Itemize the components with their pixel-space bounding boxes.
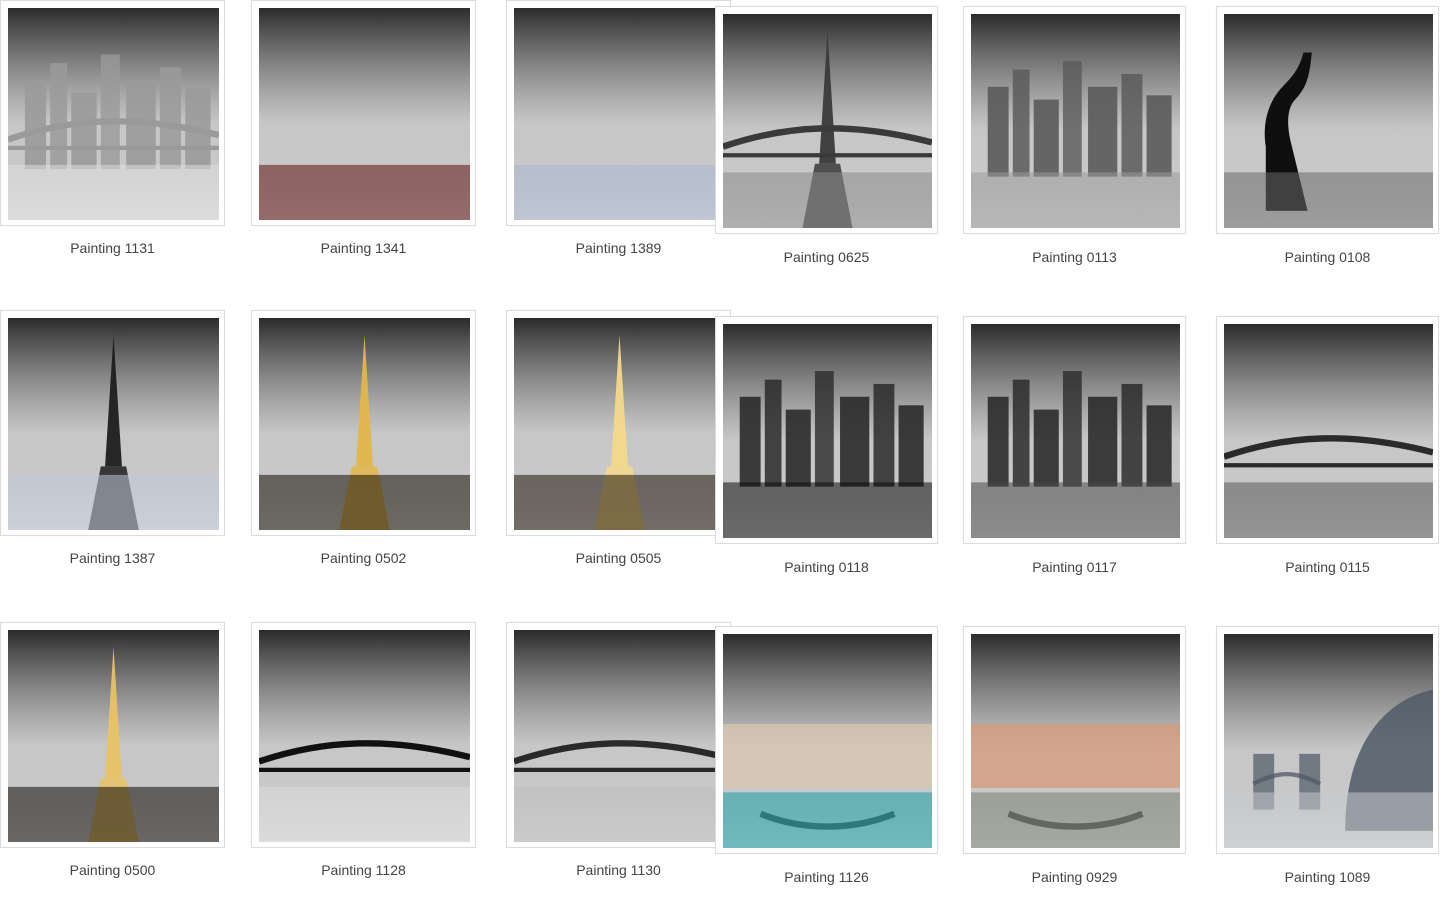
painting-thumbnail[interactable] [963,316,1186,544]
painting-caption[interactable]: Painting 0108 [1216,249,1439,265]
painting-thumbnail[interactable] [251,310,476,536]
painting-image[interactable] [1224,634,1433,848]
gallery-tile: Painting 0115 [1216,316,1440,601]
gallery-tile: Painting 1126 [715,626,950,911]
painting-thumbnail[interactable] [963,626,1186,854]
painting-caption[interactable]: Painting 0113 [963,249,1186,265]
gallery-tile: Painting 1131 [0,0,235,285]
gallery-left-grid: Painting 1131 Painting 1341 Painting 138… [0,0,731,900]
gallery-tile: Painting 1341 [251,0,486,285]
painting-caption[interactable]: Painting 1131 [0,240,225,256]
gallery-tile: Painting 0505 [506,310,741,595]
painting-image[interactable] [8,8,219,220]
gallery-tile: Painting 0118 [715,316,950,601]
painting-caption[interactable]: Painting 0118 [715,559,938,575]
painting-caption[interactable]: Painting 0115 [1216,559,1439,575]
painting-thumbnail[interactable] [506,622,731,848]
painting-caption[interactable]: Painting 0625 [715,249,938,265]
gallery-tile: Painting 0625 [715,6,950,291]
painting-image[interactable] [971,14,1180,228]
gallery-right-grid: Painting 0625 Painting 0113 Painting 010… [715,0,1440,900]
painting-thumbnail[interactable] [715,6,938,234]
painting-thumbnail[interactable] [1216,316,1439,544]
painting-caption[interactable]: Painting 1128 [251,862,476,878]
gallery-tile: Painting 1130 [506,622,741,907]
painting-thumbnail[interactable] [251,0,476,226]
gallery-tile: Painting 1387 [0,310,235,595]
painting-thumbnail[interactable] [1216,626,1439,854]
gallery-tile: Painting 0117 [963,316,1198,601]
painting-image[interactable] [514,318,725,530]
painting-thumbnail[interactable] [251,622,476,848]
gallery-tile: Painting 0108 [1216,6,1440,291]
gallery-tile: Painting 0929 [963,626,1198,911]
painting-caption[interactable]: Painting 0929 [963,869,1186,885]
painting-image[interactable] [514,8,725,220]
painting-image[interactable] [259,318,470,530]
painting-caption[interactable]: Painting 1089 [1216,869,1439,885]
gallery-tile: Painting 1128 [251,622,486,907]
painting-image[interactable] [723,324,932,538]
painting-image[interactable] [259,8,470,220]
painting-thumbnail[interactable] [0,310,225,536]
gallery-tile: Painting 0502 [251,310,486,595]
gallery-tile: Painting 1089 [1216,626,1440,911]
painting-thumbnail[interactable] [963,6,1186,234]
painting-caption[interactable]: Painting 0502 [251,550,476,566]
painting-image[interactable] [971,634,1180,848]
gallery-tile: Painting 1389 [506,0,741,285]
painting-caption[interactable]: Painting 1341 [251,240,476,256]
painting-thumbnail[interactable] [0,0,225,226]
painting-caption[interactable]: Painting 0117 [963,559,1186,575]
painting-image[interactable] [1224,14,1433,228]
painting-image[interactable] [1224,324,1433,538]
painting-thumbnail[interactable] [715,626,938,854]
gallery-tile: Painting 0113 [963,6,1198,291]
painting-caption[interactable]: Painting 0500 [0,862,225,878]
painting-image[interactable] [723,14,932,228]
painting-thumbnail[interactable] [506,310,731,536]
painting-caption[interactable]: Painting 1389 [506,240,731,256]
painting-caption[interactable]: Painting 1130 [506,862,731,878]
painting-image[interactable] [723,634,932,848]
painting-thumbnail[interactable] [1216,6,1439,234]
painting-gallery: Painting 1131 Painting 1341 Painting 138… [0,0,1440,900]
painting-image[interactable] [259,630,470,842]
painting-image[interactable] [514,630,725,842]
gallery-tile: Painting 0500 [0,622,235,907]
painting-thumbnail[interactable] [0,622,225,848]
painting-image[interactable] [8,630,219,842]
painting-caption[interactable]: Painting 1126 [715,869,938,885]
painting-caption[interactable]: Painting 0505 [506,550,731,566]
painting-image[interactable] [971,324,1180,538]
painting-thumbnail[interactable] [506,0,731,226]
painting-image[interactable] [8,318,219,530]
painting-thumbnail[interactable] [715,316,938,544]
painting-caption[interactable]: Painting 1387 [0,550,225,566]
